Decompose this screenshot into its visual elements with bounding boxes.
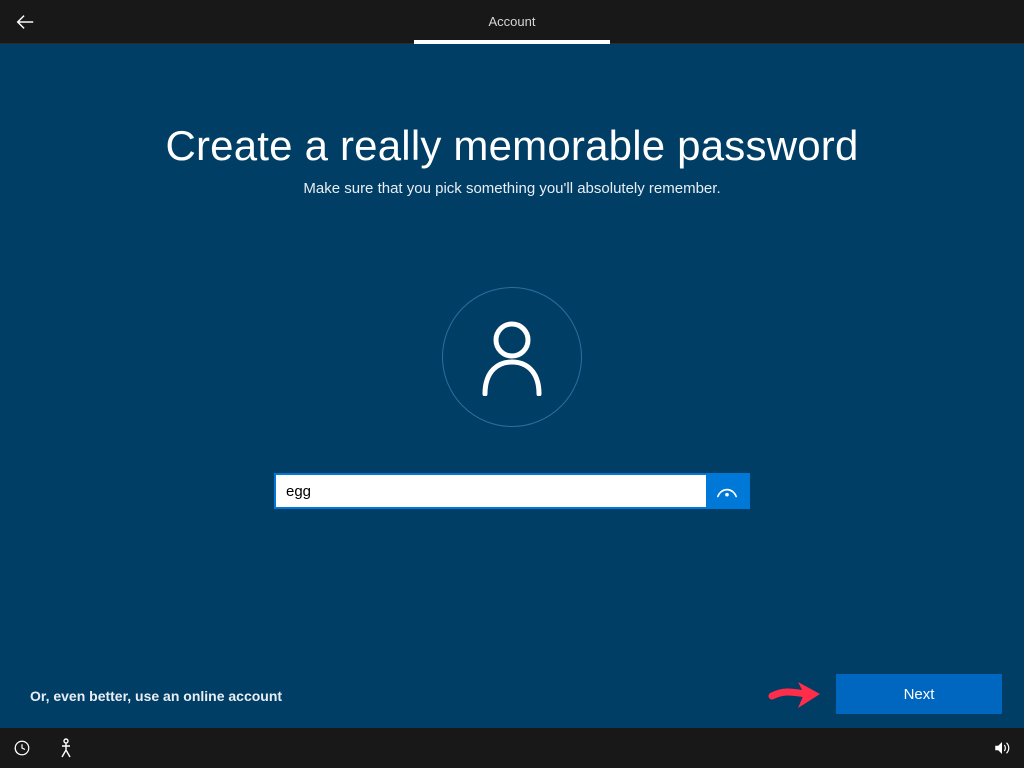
volume-button[interactable] — [992, 738, 1012, 758]
back-button[interactable] — [14, 0, 36, 44]
ease-of-access-icon — [13, 739, 31, 757]
ease-of-access-button[interactable] — [12, 738, 32, 758]
header-bar: Account — [0, 0, 1024, 44]
annotation-arrow-icon — [768, 674, 824, 714]
avatar-placeholder — [442, 287, 582, 427]
footer-bar — [0, 728, 1024, 768]
next-button[interactable]: Next — [836, 674, 1002, 714]
password-input[interactable] — [276, 475, 706, 507]
person-icon — [477, 318, 547, 396]
page-title: Create a really memorable password — [0, 122, 1024, 170]
use-online-account-link[interactable]: Or, even better, use an online account — [30, 688, 282, 704]
volume-icon — [992, 739, 1012, 757]
accessibility-icon — [58, 738, 74, 758]
main-panel: Create a really memorable password Make … — [0, 44, 1024, 728]
tab-account[interactable]: Account — [414, 0, 610, 44]
accessibility-button[interactable] — [56, 738, 76, 758]
password-field-row — [274, 473, 750, 509]
page-subtitle: Make sure that you pick something you'll… — [0, 180, 1024, 197]
reveal-password-button[interactable] — [706, 475, 748, 507]
eye-icon — [716, 483, 738, 499]
back-arrow-icon — [14, 11, 36, 33]
tab-label: Account — [489, 14, 536, 29]
